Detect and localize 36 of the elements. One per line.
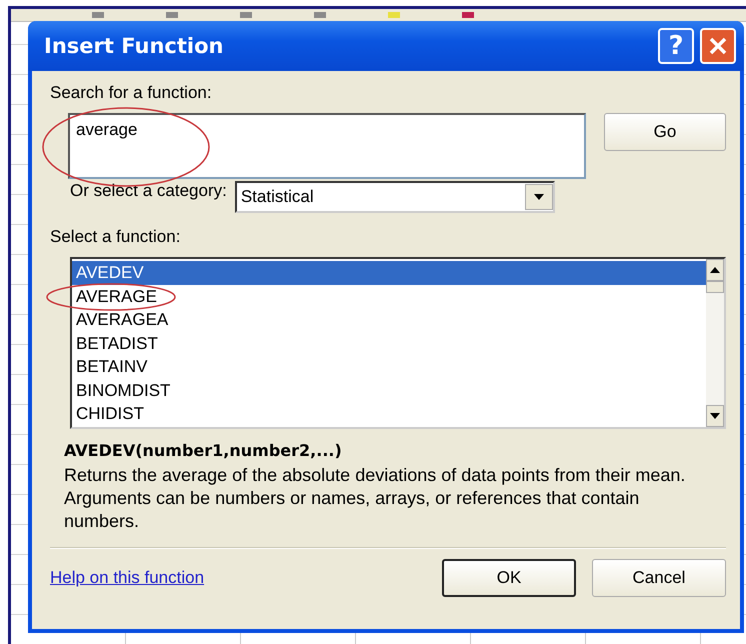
toolbar-icon[interactable] <box>461 11 475 19</box>
close-icon <box>708 36 728 56</box>
function-item[interactable]: BETADIST <box>72 332 706 355</box>
window-title: Insert Function <box>44 34 224 58</box>
function-item[interactable]: BINOMDIST <box>72 378 706 402</box>
dropdown-button[interactable] <box>524 184 553 210</box>
function-description: Returns the average of the absolute deviations of data points from their mean. Arguments can be numbers or names, arrays, or references that contain numbers. <box>64 464 686 533</box>
ok-button[interactable]: OK <box>442 559 576 597</box>
search-field[interactable]: average <box>68 113 586 179</box>
toolbar-icon[interactable] <box>239 11 253 19</box>
scroll-thumb[interactable] <box>706 281 724 293</box>
cancel-button[interactable]: Cancel <box>592 559 726 597</box>
toolbar-icon[interactable] <box>313 11 327 19</box>
function-signature: AVEDEV(number1,number2,...) <box>64 441 342 460</box>
up-arrow-icon <box>710 267 720 273</box>
down-arrow-icon <box>710 413 720 419</box>
search-label: Search for a function: <box>50 83 212 103</box>
function-item[interactable]: CHIDIST <box>72 402 706 426</box>
scroll-bar[interactable] <box>706 259 724 427</box>
function-item[interactable]: BETAINV <box>72 355 706 378</box>
toolbar-icon[interactable] <box>91 11 105 19</box>
category-label: Or select a category: <box>70 181 227 201</box>
scroll-up-button[interactable] <box>706 259 724 281</box>
scroll-down-button[interactable] <box>706 405 724 427</box>
go-button[interactable]: Go <box>604 113 726 151</box>
category-dropdown[interactable]: Statistical <box>234 181 555 213</box>
help-link[interactable]: Help on this function <box>50 568 204 587</box>
function-item[interactable]: AVERAGE <box>72 284 706 308</box>
function-item[interactable]: AVEDEV <box>72 261 706 284</box>
function-list-label: Select a function: <box>50 227 180 247</box>
category-value: Statistical <box>240 187 314 207</box>
help-button[interactable]: ? <box>658 28 694 64</box>
function-item[interactable]: AVERAGEA <box>72 308 706 332</box>
caret-icon <box>534 194 544 200</box>
close-button[interactable] <box>700 28 736 64</box>
toolbar-icon[interactable] <box>165 11 179 19</box>
